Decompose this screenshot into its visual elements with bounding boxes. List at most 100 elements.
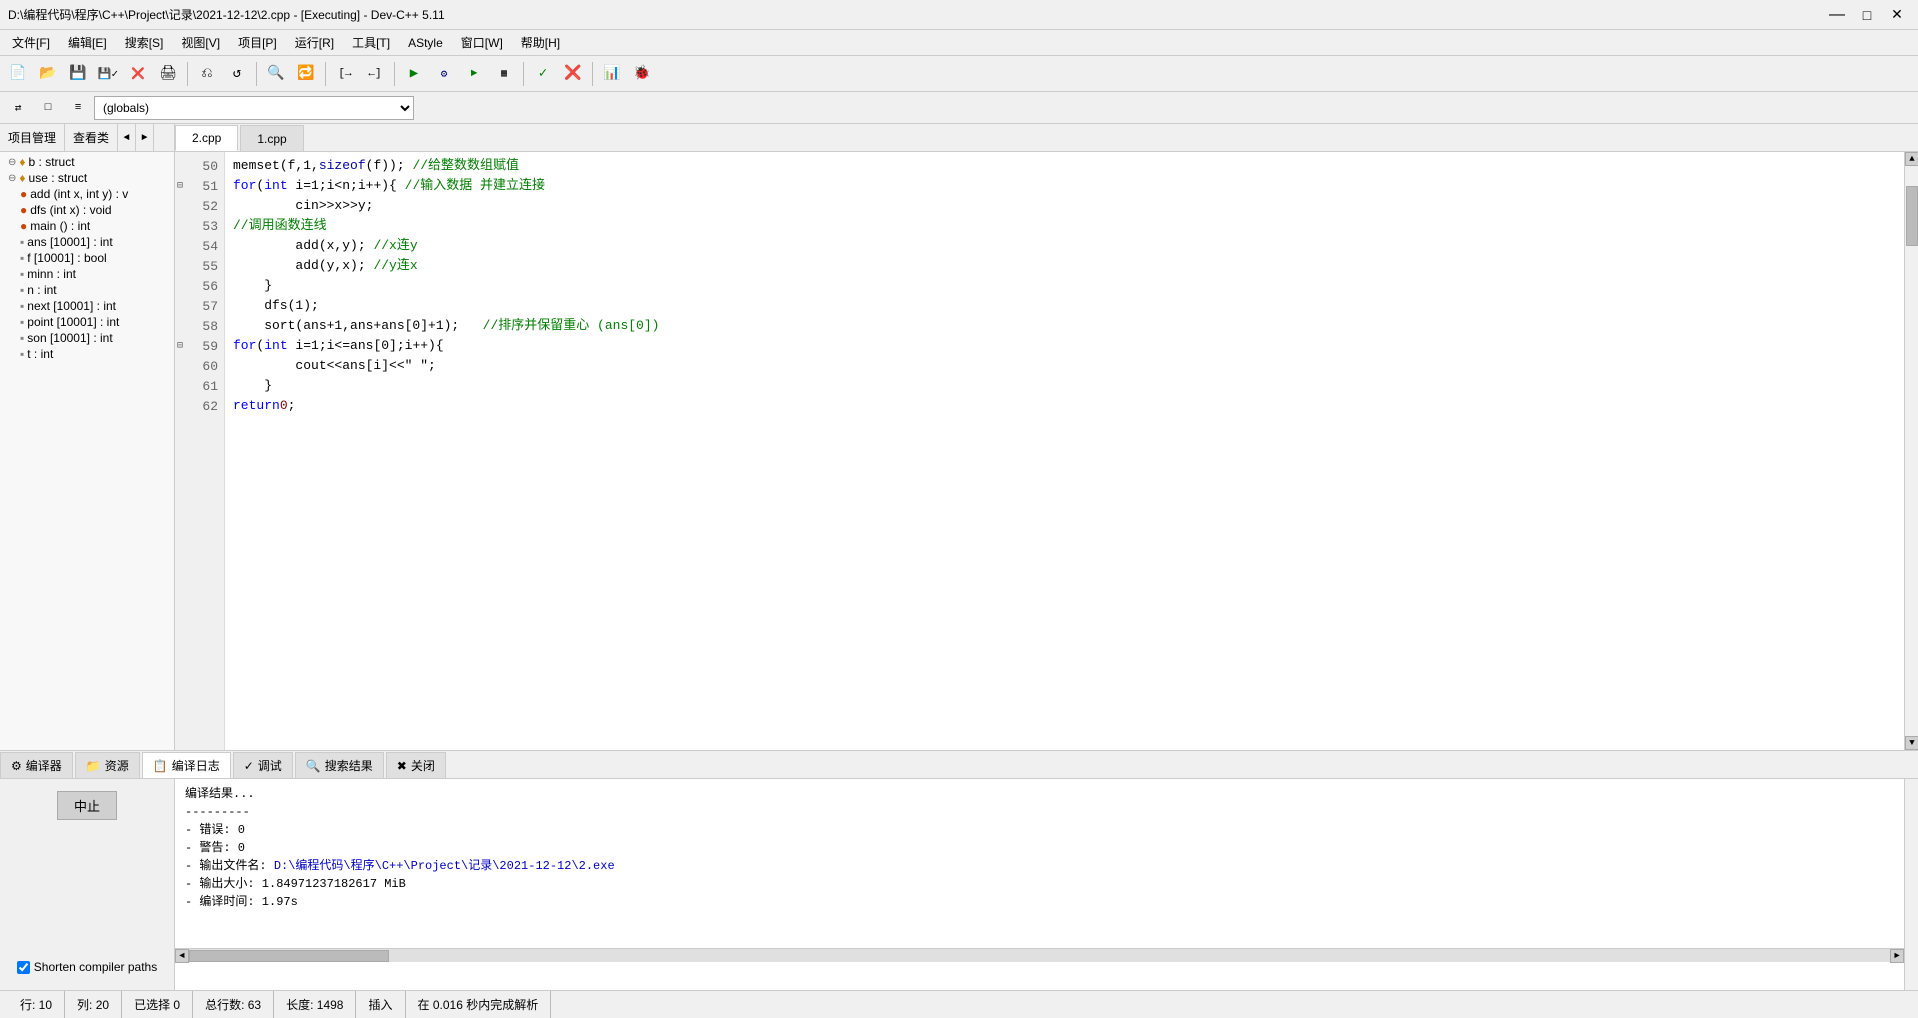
tree-item-son[interactable]: ▪ son [10001] : int bbox=[0, 330, 174, 346]
toolbar-sep6 bbox=[592, 62, 593, 86]
status-parse-time: 在 0.016 秒内完成解析 bbox=[406, 991, 552, 1018]
horizontal-scrollbar[interactable]: ◄ ► bbox=[175, 948, 1904, 962]
tab-compiler[interactable]: ⚙ 编译器 bbox=[0, 752, 73, 778]
scrollbar-thumb[interactable] bbox=[1906, 186, 1918, 246]
menu-window[interactable]: 窗口[W] bbox=[453, 32, 511, 53]
scrollbar-down-button[interactable]: ▼ bbox=[1905, 736, 1918, 750]
menu-view[interactable]: 视图[V] bbox=[173, 32, 228, 53]
maximize-button[interactable]: □ bbox=[1854, 5, 1880, 25]
run-button[interactable]: ► bbox=[460, 60, 488, 88]
tree-item-minn[interactable]: ▪ minn : int bbox=[0, 266, 174, 282]
left-tab-prev[interactable]: ◄ bbox=[118, 124, 136, 152]
save-button[interactable]: 💾 bbox=[64, 60, 92, 88]
stop-button[interactable]: 中止 bbox=[57, 791, 117, 820]
menu-file[interactable]: 文件[F] bbox=[4, 32, 58, 53]
menu-astyle[interactable]: AStyle bbox=[400, 34, 451, 52]
check-button[interactable]: ✓ bbox=[529, 60, 557, 88]
window-title: D:\编程代码\程序\C++\Project\记录\2021-12-12\2.c… bbox=[8, 6, 445, 23]
indent-button[interactable]: [→ bbox=[331, 60, 359, 88]
tree-item-add[interactable]: ● add (int x, int y) : v bbox=[0, 186, 174, 202]
line-numbers: 50 51 52 53 54 55 56 57 58 59 60 61 62 bbox=[175, 152, 225, 750]
compiler-vertical-scrollbar[interactable] bbox=[1904, 779, 1918, 990]
tab-project-manager[interactable]: 项目管理 bbox=[0, 124, 65, 151]
open-button[interactable]: 📂 bbox=[34, 60, 62, 88]
scroll-track[interactable] bbox=[189, 949, 1890, 962]
code-line-50: memset(f,1,sizeof(f)); //给整数数组赋值 bbox=[233, 156, 1896, 176]
multi-compile-button[interactable]: ▦ bbox=[490, 60, 518, 88]
compile-button[interactable]: ⚙ bbox=[430, 60, 458, 88]
tb2-btn3[interactable]: ≡ bbox=[64, 94, 92, 122]
menu-edit[interactable]: 编辑[E] bbox=[60, 32, 115, 53]
search-result-icon: 🔍 bbox=[306, 759, 321, 773]
stop-button[interactable]: ❌ bbox=[559, 60, 587, 88]
toolbar-sep1 bbox=[187, 62, 188, 86]
menu-search[interactable]: 搜索[S] bbox=[117, 32, 172, 53]
code-line-61: } bbox=[233, 376, 1896, 396]
line-51: 51 bbox=[175, 176, 224, 196]
code-line-56: } bbox=[233, 276, 1896, 296]
undo-button[interactable]: ⎌ bbox=[193, 60, 221, 88]
tree-item-b-struct[interactable]: ⊖ ♦ b : struct bbox=[0, 154, 174, 170]
tab-close[interactable]: ✖ 关闭 bbox=[386, 752, 446, 778]
scroll-thumb[interactable] bbox=[189, 950, 389, 962]
compile-run-button[interactable]: ▶ bbox=[400, 60, 428, 88]
log-icon: 📋 bbox=[153, 759, 168, 773]
output-line-1: 编译结果... bbox=[185, 785, 1894, 803]
tab-2cpp[interactable]: 2.cpp bbox=[175, 125, 238, 151]
toolbar-sep4 bbox=[394, 62, 395, 86]
menu-help[interactable]: 帮助[H] bbox=[513, 32, 568, 53]
output-filename: - 输出文件名: D:\编程代码\程序\C++\Project\记录\2021-… bbox=[185, 857, 1894, 875]
status-insert: 插入 bbox=[356, 991, 405, 1018]
scroll-right-btn[interactable]: ► bbox=[1890, 949, 1904, 963]
tree-item-t[interactable]: ▪ t : int bbox=[0, 346, 174, 362]
menu-run[interactable]: 运行[R] bbox=[287, 32, 342, 53]
close-button[interactable]: ✕ bbox=[1884, 5, 1910, 25]
tree-item-next[interactable]: ▪ next [10001] : int bbox=[0, 298, 174, 314]
tab-debug[interactable]: ✓ 调试 bbox=[233, 752, 293, 778]
output-path: D:\编程代码\程序\C++\Project\记录\2021-12-12\2.e… bbox=[274, 859, 615, 873]
tree-item-point[interactable]: ▪ point [10001] : int bbox=[0, 314, 174, 330]
chart-button[interactable]: 📊 bbox=[598, 60, 626, 88]
close-file-button[interactable]: ❌ bbox=[124, 60, 152, 88]
toolbar1: 📄 📂 💾 💾✓ ❌ 🖨 ⎌ ↺ 🔍 🔁 [→ ←] ▶ ⚙ ► ▦ ✓ ❌ 📊… bbox=[0, 56, 1918, 92]
save-all-button[interactable]: 💾✓ bbox=[94, 60, 122, 88]
new-button[interactable]: 📄 bbox=[4, 60, 32, 88]
tree-item-n[interactable]: ▪ n : int bbox=[0, 282, 174, 298]
debug-button[interactable]: 🐞 bbox=[628, 60, 656, 88]
tab-resources[interactable]: 📁 资源 bbox=[75, 752, 140, 778]
menu-project[interactable]: 项目[P] bbox=[230, 32, 285, 53]
line-61: 61 bbox=[175, 376, 224, 396]
line-52: 52 bbox=[175, 196, 224, 216]
tree-item-main[interactable]: ● main () : int bbox=[0, 218, 174, 234]
find-button[interactable]: 🔍 bbox=[262, 60, 290, 88]
unindent-button[interactable]: ←] bbox=[361, 60, 389, 88]
menu-tools[interactable]: 工具[T] bbox=[344, 32, 398, 53]
globals-dropdown[interactable]: (globals) bbox=[94, 96, 414, 120]
code-line-60: cout<<ans[i]<<" "; bbox=[233, 356, 1896, 376]
code-content[interactable]: memset(f,1,sizeof(f)); //给整数数组赋值 for(int… bbox=[225, 152, 1904, 750]
tab-1cpp[interactable]: 1.cpp bbox=[240, 125, 303, 151]
tree-item-f[interactable]: ▪ f [10001] : bool bbox=[0, 250, 174, 266]
print-button[interactable]: 🖨 bbox=[154, 60, 182, 88]
tab-compile-log[interactable]: 📋 编译日志 bbox=[142, 752, 231, 778]
tb2-btn2[interactable]: □ bbox=[34, 94, 62, 122]
tree-item-use-struct[interactable]: ⊖ ♦ use : struct bbox=[0, 170, 174, 186]
minimize-button[interactable]: — bbox=[1824, 5, 1850, 25]
tree-item-ans[interactable]: ▪ ans [10001] : int bbox=[0, 234, 174, 250]
shorten-paths-checkbox[interactable] bbox=[17, 961, 30, 974]
left-tab-next[interactable]: ► bbox=[136, 124, 154, 152]
redo-button[interactable]: ↺ bbox=[223, 60, 251, 88]
code-line-51: for(int i=1;i<n;i++){ //输入数据 并建立连接 bbox=[233, 176, 1896, 196]
scrollbar-track[interactable] bbox=[1905, 166, 1918, 736]
editor-vertical-scrollbar[interactable]: ▲ ▼ bbox=[1904, 152, 1918, 750]
tb2-btn1[interactable]: ⇄ bbox=[4, 94, 32, 122]
tree-item-dfs[interactable]: ● dfs (int x) : void bbox=[0, 202, 174, 218]
tab-class-browser[interactable]: 查看类 bbox=[65, 124, 118, 151]
replace-button[interactable]: 🔁 bbox=[292, 60, 320, 88]
scrollbar-up-button[interactable]: ▲ bbox=[1905, 152, 1918, 166]
shorten-paths-label[interactable]: Shorten compiler paths bbox=[34, 960, 157, 974]
tab-search-results[interactable]: 🔍 搜索结果 bbox=[295, 752, 384, 778]
scroll-left-btn[interactable]: ◄ bbox=[175, 949, 189, 963]
left-panel: 项目管理 查看类 ◄ ► ⊖ ♦ b : struct ⊖ ♦ use : st… bbox=[0, 124, 175, 750]
code-line-59: for(int i=1;i<=ans[0];i++){ bbox=[233, 336, 1896, 356]
